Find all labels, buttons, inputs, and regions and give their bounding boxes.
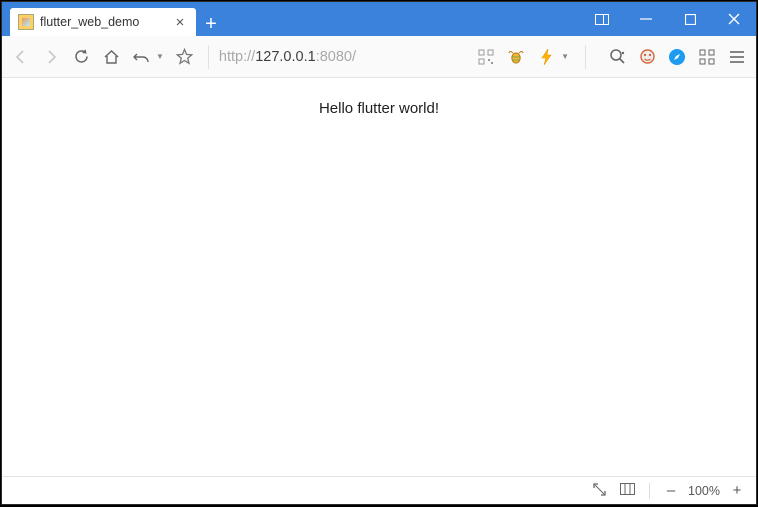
- tab-title: flutter_web_demo: [40, 15, 166, 29]
- home-icon: [103, 49, 120, 65]
- zoom-out-button[interactable]: –: [664, 482, 678, 499]
- undo-dropdown[interactable]: ▼: [156, 52, 164, 61]
- bee-icon: [507, 49, 525, 65]
- window-close-button[interactable]: [712, 2, 756, 36]
- bolt-dropdown[interactable]: ▼: [561, 52, 569, 61]
- url-display: http://127.0.0.1:8080/: [219, 49, 356, 65]
- extensions-grid-button[interactable]: [698, 48, 716, 66]
- qr-button[interactable]: [477, 48, 495, 66]
- nav-right: ▼: [477, 45, 746, 69]
- undo-icon: [133, 50, 150, 64]
- home-button[interactable]: [102, 48, 120, 66]
- extension-shield-button[interactable]: [638, 48, 656, 66]
- expand-icon: [593, 483, 606, 496]
- tab-active[interactable]: flutter_web_demo ×: [10, 8, 196, 36]
- extension-compass-button[interactable]: [668, 48, 686, 66]
- zoom-level: 100%: [688, 484, 720, 498]
- chevron-right-icon: [45, 50, 57, 64]
- statusbar: – 100% +: [2, 476, 756, 504]
- new-tab-button[interactable]: +: [196, 13, 226, 36]
- status-separator: [649, 483, 650, 499]
- chevron-left-icon: [15, 50, 27, 64]
- snap-icon: [595, 14, 609, 25]
- address-bar[interactable]: http://127.0.0.1:8080/: [204, 45, 467, 69]
- zoom-in-button[interactable]: +: [730, 482, 744, 499]
- toolbar-separator: [585, 45, 586, 69]
- search-icon: [609, 48, 626, 65]
- hello-text: Hello flutter world!: [319, 100, 439, 476]
- undo-button[interactable]: [132, 48, 150, 66]
- browser-window: flutter_web_demo × +: [1, 1, 757, 505]
- menu-button[interactable]: [728, 48, 746, 66]
- extension-bolt-button[interactable]: [537, 48, 555, 66]
- window-snap-button[interactable]: [580, 2, 624, 36]
- qr-icon: [478, 49, 494, 65]
- extension-bee-button[interactable]: [507, 48, 525, 66]
- hamburger-icon: [729, 50, 745, 64]
- window-controls: [580, 2, 756, 36]
- page-content: Hello flutter world!: [2, 78, 756, 476]
- back-button[interactable]: [12, 48, 30, 66]
- search-button[interactable]: [608, 48, 626, 66]
- forward-button[interactable]: [42, 48, 60, 66]
- minimize-icon: [640, 13, 652, 25]
- url-protocol: http://: [219, 49, 255, 65]
- bookmark-button[interactable]: [176, 48, 194, 66]
- nav-left: ▼: [12, 48, 194, 66]
- titlebar-spacer[interactable]: [226, 2, 580, 36]
- tab-strip: flutter_web_demo × +: [2, 2, 226, 36]
- fullscreen-button[interactable]: [593, 483, 606, 499]
- split-view-button[interactable]: [620, 483, 635, 498]
- titlebar: flutter_web_demo × +: [2, 2, 756, 36]
- window-minimize-button[interactable]: [624, 2, 668, 36]
- window-maximize-button[interactable]: [668, 2, 712, 36]
- toolbar: ▼ http://127.0.0.1:8080/ ▼: [2, 36, 756, 78]
- reload-button[interactable]: [72, 48, 90, 66]
- star-icon: [176, 48, 193, 65]
- bolt-icon: [540, 48, 553, 66]
- tab-close-icon[interactable]: ×: [172, 14, 188, 31]
- monkey-icon: [639, 48, 656, 65]
- panels-icon: [620, 483, 635, 495]
- addr-separator: [208, 45, 209, 69]
- close-icon: [728, 13, 740, 25]
- url-host: 127.0.0.1: [255, 49, 315, 65]
- grid-icon: [699, 49, 715, 65]
- reload-icon: [73, 48, 90, 65]
- compass-icon: [668, 48, 686, 66]
- favicon-icon: [18, 14, 34, 30]
- url-port: :8080/: [316, 49, 356, 65]
- zoom-controls: – 100% +: [664, 482, 744, 499]
- maximize-icon: [685, 14, 696, 25]
